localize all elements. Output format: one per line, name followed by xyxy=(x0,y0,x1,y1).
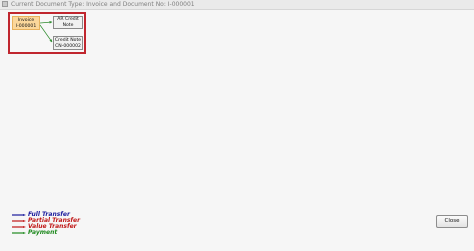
document-flow-window: Current Document Type: Invoice and Docum… xyxy=(0,0,474,251)
payment-arrow-icon xyxy=(12,232,26,234)
invoice-node-number: I-000001 xyxy=(15,23,37,29)
value-transfer-arrow-icon xyxy=(12,226,26,228)
ar-credit-note-line2: Note xyxy=(62,22,74,28)
window-icon xyxy=(2,1,8,7)
invoice-node[interactable]: Invoice I-000001 xyxy=(12,16,40,30)
credit-note-node[interactable]: Credit Note CN-000002 xyxy=(53,36,83,50)
credit-note-node-type: Credit Note xyxy=(54,38,82,43)
title-bar: Current Document Type: Invoice and Docum… xyxy=(0,0,474,10)
transfer-legend: Full Transfer Partial Transfer Value Tra… xyxy=(12,211,92,236)
credit-note-node-number: CN-000002 xyxy=(55,43,81,49)
ar-credit-note-line1: AR Credit xyxy=(57,17,79,22)
legend-payment: Payment xyxy=(12,229,92,236)
legend-payment-label: Payment xyxy=(28,229,58,236)
partial-transfer-arrow-icon xyxy=(12,220,26,222)
full-transfer-arrow-icon xyxy=(12,214,26,216)
window-title: Current Document Type: Invoice and Docum… xyxy=(11,1,195,8)
close-button[interactable]: Close xyxy=(436,215,468,228)
ar-credit-note-node[interactable]: AR Credit Note xyxy=(53,16,83,29)
